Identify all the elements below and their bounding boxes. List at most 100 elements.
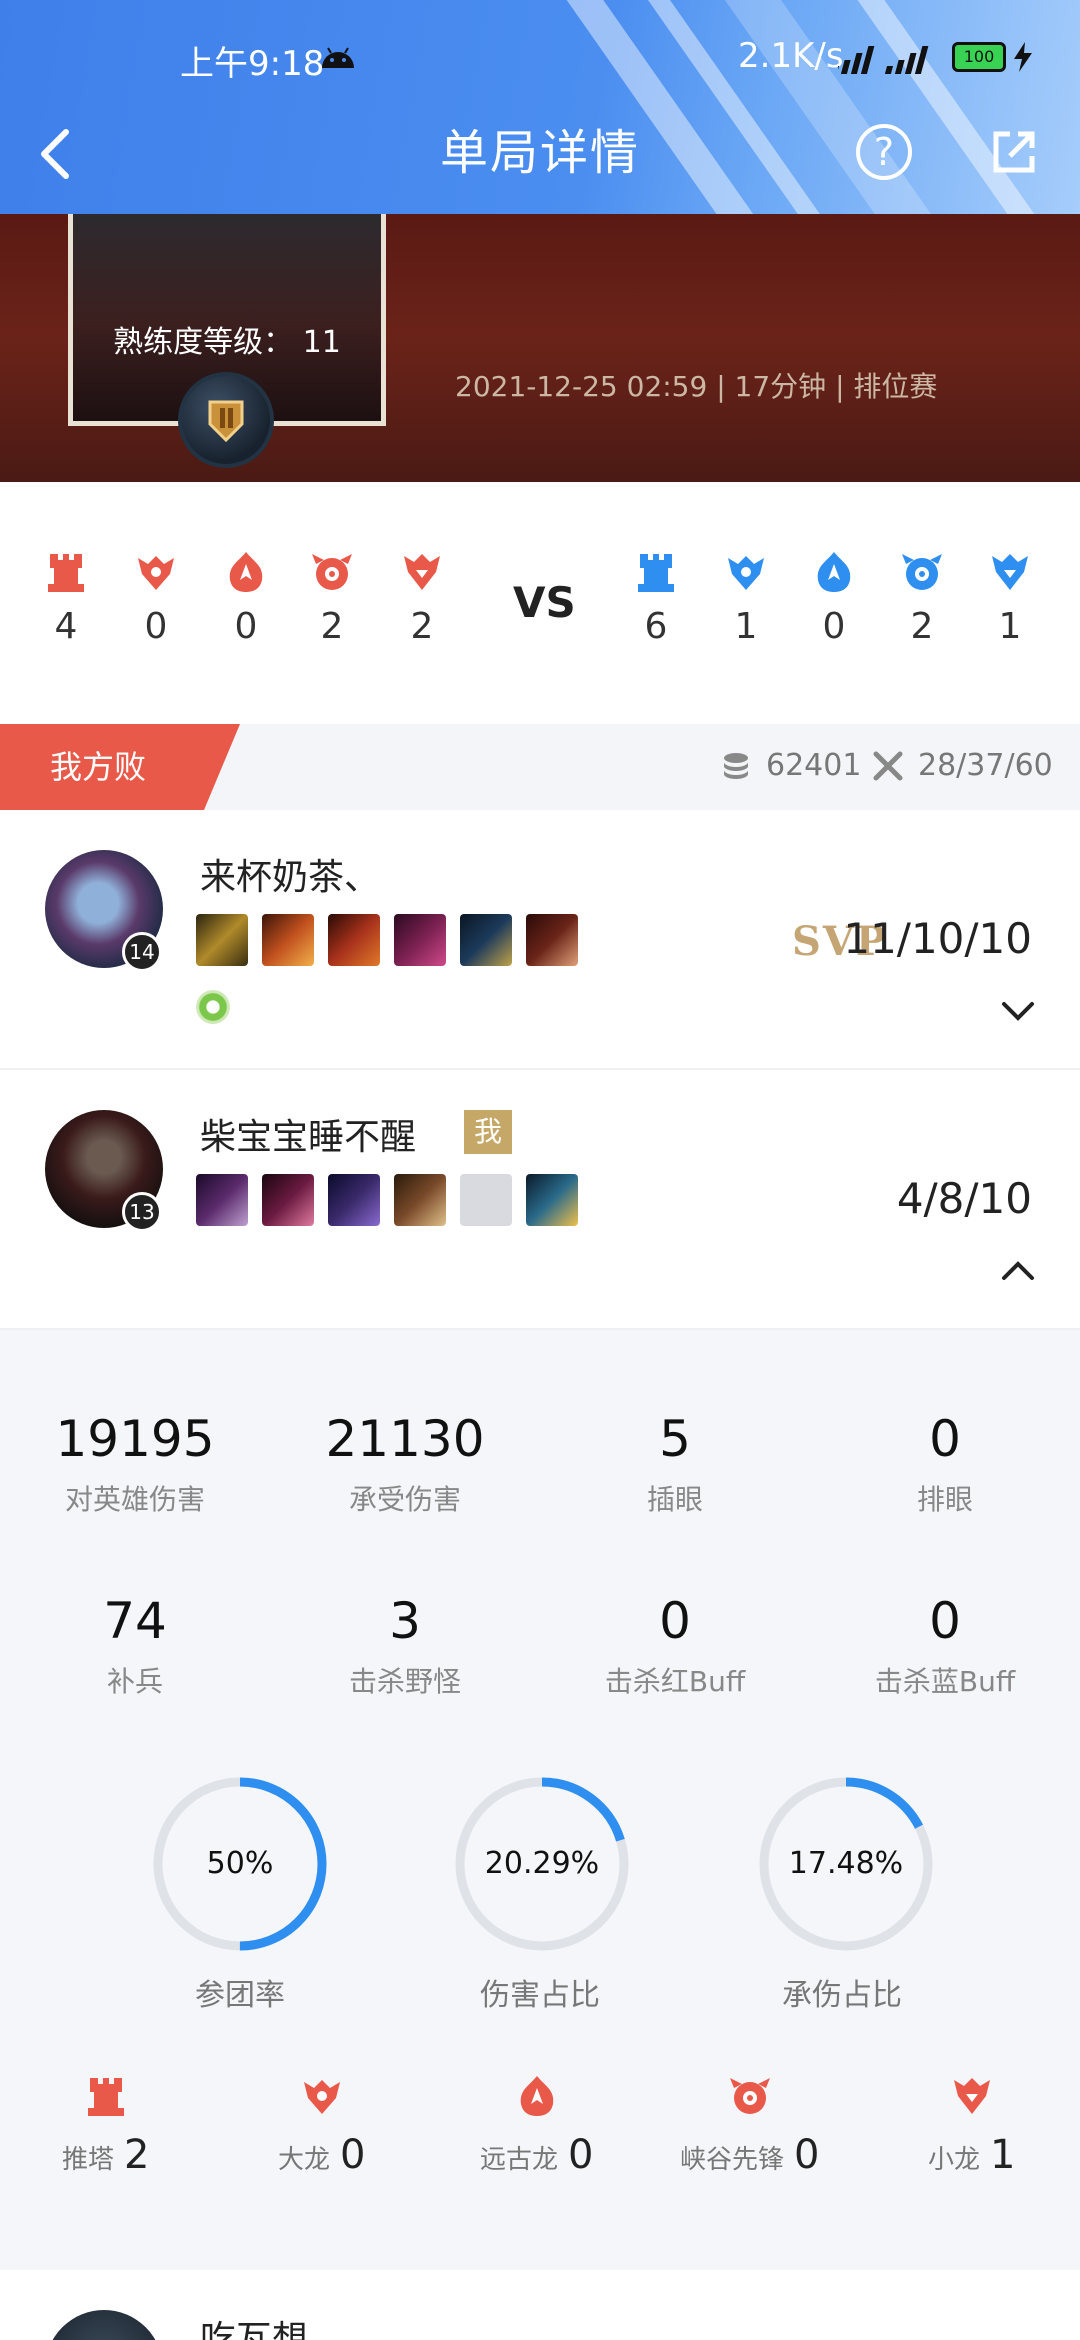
tower-icon — [87, 2078, 124, 2116]
team-gold: 62401 — [720, 748, 861, 783]
stat-damage-dealt: 19195 对英雄伤害 — [15, 1410, 255, 1518]
player-kda: 11/10/10 — [843, 914, 1032, 963]
elder-dragon-icon — [229, 552, 263, 592]
obj-value: 0 — [794, 2132, 820, 2178]
item-icon[interactable] — [460, 914, 512, 966]
stat-value: 19195 — [55, 1410, 215, 1468]
player-row-me[interactable]: 13 柴宝宝睡不醒 我 4/8/10 — [0, 1070, 1080, 1330]
stat-value: 1 — [998, 606, 1022, 647]
signal-icon — [838, 46, 929, 74]
stat-value: 2 — [410, 606, 434, 647]
stat-value: 0 — [929, 1410, 961, 1468]
right-baron-stat: 1 — [716, 550, 776, 647]
stat-value: 0 — [929, 1592, 961, 1650]
dragon-icon — [992, 554, 1028, 590]
stat-value: 0 — [234, 606, 258, 647]
ring-label: 参团率 — [195, 1978, 285, 2013]
baron-icon — [303, 2080, 340, 2114]
item-icon[interactable] — [328, 1174, 380, 1226]
stat-wards-placed: 5 插眼 — [555, 1410, 795, 1518]
item-icon[interactable] — [394, 914, 446, 966]
item-icon[interactable] — [262, 914, 314, 966]
share-icon — [993, 131, 1035, 173]
left-rift-herald-stat: 2 — [302, 550, 362, 647]
elder-dragon-icon — [817, 552, 851, 592]
item-list — [196, 1174, 578, 1226]
item-icon[interactable] — [394, 1174, 446, 1226]
obj-value: 2 — [124, 2132, 150, 2178]
chevron-up-icon[interactable] — [998, 1256, 1038, 1286]
stat-label: 击杀红Buff — [604, 1665, 746, 1698]
team-gold-value: 62401 — [766, 748, 862, 783]
item-icon[interactable] — [328, 914, 380, 966]
rift-herald-icon — [312, 554, 352, 590]
objectives-summary: 4 0 0 2 2 VS 6 1 0 2 1 — [0, 482, 1080, 724]
obj-label: 大龙 — [278, 2145, 331, 2175]
item-icon[interactable] — [196, 1174, 248, 1226]
item-icon-empty[interactable] — [460, 1174, 512, 1226]
right-elder-dragon-stat: 0 — [804, 550, 864, 647]
player-name: 柴宝宝睡不醒 — [200, 1117, 417, 1158]
obj-value: 1 — [990, 2132, 1016, 2178]
stat-value: 2 — [320, 606, 344, 647]
battery-indicator: 100 — [952, 42, 1006, 72]
baron-icon — [728, 556, 764, 590]
stat-value: 3 — [389, 1592, 421, 1650]
player-row[interactable]: 14 来杯奶茶、 SVP 11/10/10 — [0, 810, 1080, 1070]
obj-label: 峡谷先锋 — [680, 2145, 785, 2175]
level-badge: 14 — [122, 932, 162, 972]
ring-value: 17.48% — [788, 1846, 904, 1881]
stat-value: 74 — [103, 1592, 167, 1650]
team-banner: 我方败 62401 28/37/60 — [0, 724, 1080, 810]
crossed-swords-icon — [873, 751, 903, 780]
mastery-level: 熟练度等级： 11 — [73, 317, 381, 361]
page-title: 单局详情 — [439, 125, 640, 181]
rank-badge-icon — [178, 372, 274, 468]
stat-red-buff: 0 击杀红Buff — [555, 1592, 795, 1700]
stat-label: 排眼 — [916, 1483, 973, 1516]
ring-label: 伤害占比 — [480, 1978, 600, 2013]
top-bar: 上午9:18 2.1K/s 100 单局详情 ? — [0, 0, 1080, 214]
item-icon[interactable] — [526, 1174, 578, 1226]
stat-damage-taken: 21130 承受伤害 — [285, 1410, 525, 1518]
avatar[interactable] — [45, 2310, 163, 2340]
obj-baron: 大龙 0 — [278, 2074, 365, 2178]
stat-value: 0 — [822, 606, 846, 647]
item-icon[interactable] — [196, 914, 248, 966]
chevron-down-icon[interactable] — [998, 996, 1038, 1026]
player-row-next[interactable]: 吃瓦想 — [0, 2270, 1080, 2340]
stat-value: 0 — [144, 606, 168, 647]
left-baron-stat: 0 — [126, 550, 186, 647]
left-elder-dragon-stat: 0 — [216, 550, 276, 647]
match-detail-page: 熟练度等级： 11 2021-12-25 02:59 | 17分钟 | 排位赛 … — [0, 0, 1080, 2340]
stat-value: 4 — [54, 606, 78, 647]
obj-label: 远古龙 — [480, 2145, 559, 2175]
team-kda-value: 28/37/60 — [918, 748, 1053, 783]
obj-towers: 推塔 2 — [62, 2074, 149, 2178]
obj-dragon: 小龙 1 — [928, 2074, 1015, 2178]
dragon-icon — [404, 554, 440, 590]
stat-label: 插眼 — [646, 1483, 703, 1516]
tower-icon — [48, 554, 84, 592]
stat-minions: 74 补兵 — [15, 1592, 255, 1700]
item-icon[interactable] — [526, 914, 578, 966]
item-icon[interactable] — [262, 1174, 314, 1226]
stat-value: 5 — [659, 1410, 691, 1468]
obj-elder-dragon: 远古龙 0 — [480, 2074, 593, 2178]
me-badge: 我 — [464, 1110, 512, 1154]
ring-value: 50% — [206, 1846, 274, 1881]
left-dragon-stat: 2 — [392, 550, 452, 647]
team-result: 我方败 — [0, 724, 240, 810]
player-name: 来杯奶茶、 — [200, 857, 381, 898]
right-dragon-stat: 1 — [980, 550, 1040, 647]
stat-value: 2 — [910, 606, 934, 647]
stat-value: 6 — [644, 606, 668, 647]
player-detail-panel: 19195 对英雄伤害 21130 承受伤害 5 插眼 0 排眼 74 补兵 3 击杀野怪 … — [0, 1330, 1080, 2270]
stat-value: 0 — [659, 1592, 691, 1650]
status-bar: 上午9:18 2.1K/s 100 — [0, 30, 1080, 84]
item-list — [196, 914, 578, 966]
coins-icon — [724, 752, 748, 779]
help-button[interactable]: ? — [856, 124, 912, 180]
net-speed: 2.1K/s — [738, 36, 844, 76]
share-button[interactable] — [990, 128, 1038, 176]
